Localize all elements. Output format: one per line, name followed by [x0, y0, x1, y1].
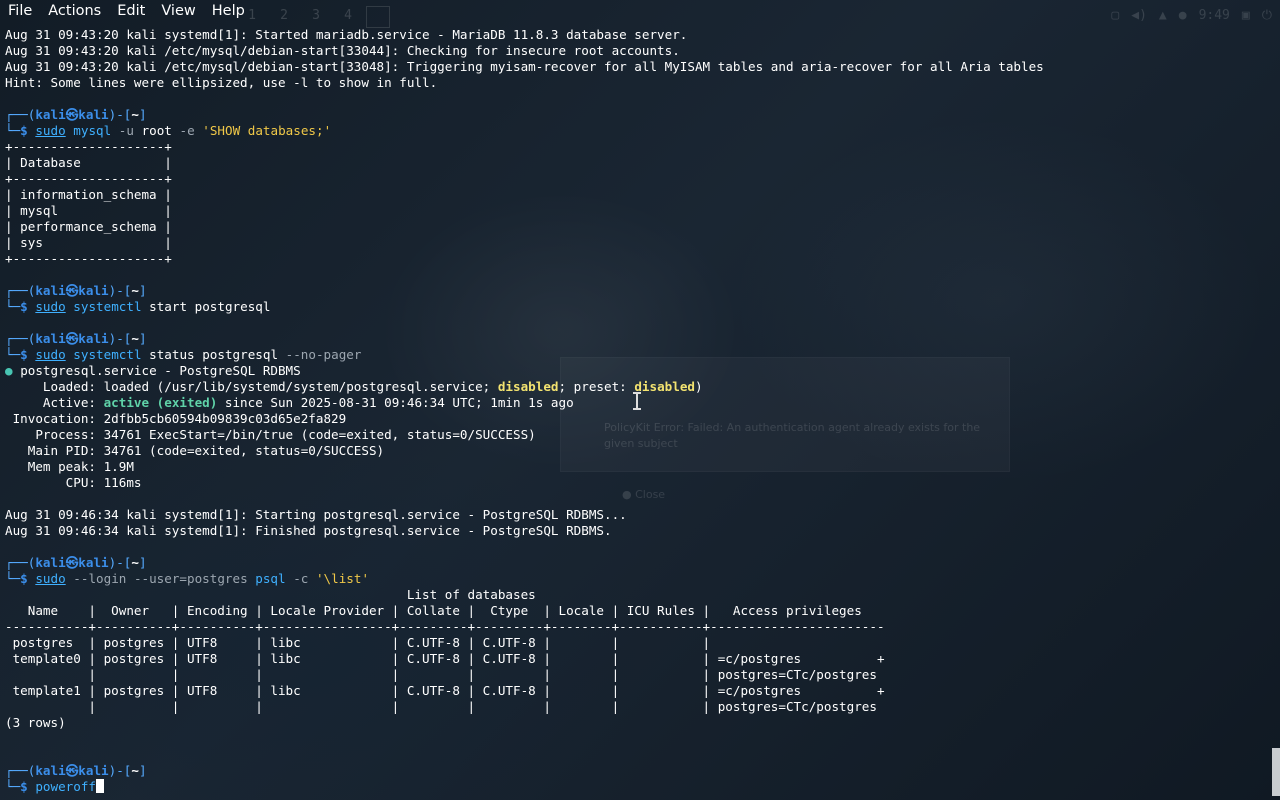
lock-icon: ▣: [1241, 8, 1250, 23]
row-count: (3 rows): [5, 715, 66, 730]
menu-view[interactable]: View: [153, 0, 203, 22]
service-title: ● postgresql.service - PostgreSQL RDBMS: [5, 363, 301, 378]
prompt: ┌──(kali㉿kali)-[~]: [5, 283, 147, 298]
output-line: Aug 31 09:46:34 kali systemd[1]: Startin…: [5, 507, 627, 522]
output-line: Process: 34761 ExecStart=/bin/true (code…: [5, 427, 536, 442]
table-row: | information_schema |: [5, 187, 172, 202]
workspace-2: 2: [280, 8, 288, 23]
workspace-4: 4: [344, 8, 352, 23]
background-workspace-switcher: 1 2 3 4: [238, 6, 390, 28]
table-row: | mysql |: [5, 203, 172, 218]
table-separator: -----------+----------+----------+------…: [5, 619, 885, 634]
table-row: | | | | | | | | postgres=CTc/postgres: [5, 699, 877, 714]
output-line: Aug 31 09:43:20 kali /etc/mysql/debian-s…: [5, 59, 1044, 74]
table-row: postgres | postgres | UTF8 | libc | C.UT…: [5, 635, 711, 650]
power-icon: ⏻: [1261, 8, 1272, 23]
menu-help[interactable]: Help: [204, 0, 253, 22]
prompt: ┌──(kali㉿kali)-[~]: [5, 331, 147, 346]
output-line: Mem peak: 1.9M: [5, 459, 134, 474]
table-row: | sys |: [5, 235, 172, 250]
ibeam-cursor-icon: [633, 392, 641, 410]
output-line: Aug 31 09:46:34 kali systemd[1]: Finishe…: [5, 523, 612, 538]
output-line: Main PID: 34761 (code=exited, status=0/S…: [5, 443, 385, 458]
volume-icon: ◀): [1131, 8, 1147, 23]
terminal-output[interactable]: Aug 31 09:43:20 kali systemd[1]: Started…: [5, 27, 1270, 795]
bell-icon: ▲: [1158, 8, 1167, 23]
output-line: Hint: Some lines were ellipsized, use -l…: [5, 75, 438, 90]
command-line: └─$ sudo --login --user=postgres psql -c…: [5, 571, 370, 586]
table-row: template0 | postgres | UTF8 | libc | C.U…: [5, 651, 885, 666]
output-line: Aug 31 09:43:20 kali /etc/mysql/debian-s…: [5, 43, 680, 58]
prompt: ┌──(kali㉿kali)-[~]: [5, 763, 147, 778]
menu-file[interactable]: File: [0, 0, 40, 22]
command-line: └─$ sudo mysql -u root -e 'SHOW database…: [5, 123, 332, 138]
status-dot-icon: ●: [5, 363, 13, 378]
menu-actions[interactable]: Actions: [40, 0, 109, 22]
command-line: └─$ sudo systemctl start postgresql: [5, 299, 271, 314]
terminal-icon: [366, 6, 390, 28]
text-cursor: [96, 779, 105, 793]
workspace-3: 3: [312, 8, 320, 23]
window-icon: ▢: [1111, 8, 1120, 23]
network-icon: ●: [1178, 8, 1187, 23]
menu-edit[interactable]: Edit: [109, 0, 153, 22]
table-header: | Database |: [5, 155, 172, 170]
table-border: +--------------------+: [5, 139, 172, 154]
table-row: | performance_schema |: [5, 219, 172, 234]
output-line: Aug 31 09:43:20 kali systemd[1]: Started…: [5, 27, 688, 42]
table-row: | | | | | | | | postgres=CTc/postgres: [5, 667, 877, 682]
terminal-menubar: File Actions Edit View Help: [0, 0, 253, 22]
command-line: └─$ sudo systemctl status postgresql --n…: [5, 347, 362, 362]
clock: 9:49: [1198, 8, 1230, 23]
command-input-line[interactable]: └─$ poweroff: [5, 779, 1270, 795]
table-border: +--------------------+: [5, 171, 172, 186]
prompt: ┌──(kali㉿kali)-[~]: [5, 107, 147, 122]
scrollbar[interactable]: [1272, 748, 1280, 796]
output-line: Invocation: 2dfbb5cb60594b09839c03d65e2f…: [5, 411, 347, 426]
background-system-tray: ▢ ◀) ▲ ● 9:49 ▣ ⏻: [1111, 6, 1272, 26]
table-border: +--------------------+: [5, 251, 172, 266]
prompt: ┌──(kali㉿kali)-[~]: [5, 555, 147, 570]
table-title: List of databases: [5, 587, 536, 602]
typed-command: poweroff: [35, 779, 97, 794]
output-line: CPU: 116ms: [5, 475, 142, 490]
table-row: template1 | postgres | UTF8 | libc | C.U…: [5, 683, 885, 698]
table-header: Name | Owner | Encoding | Locale Provide…: [5, 603, 862, 618]
